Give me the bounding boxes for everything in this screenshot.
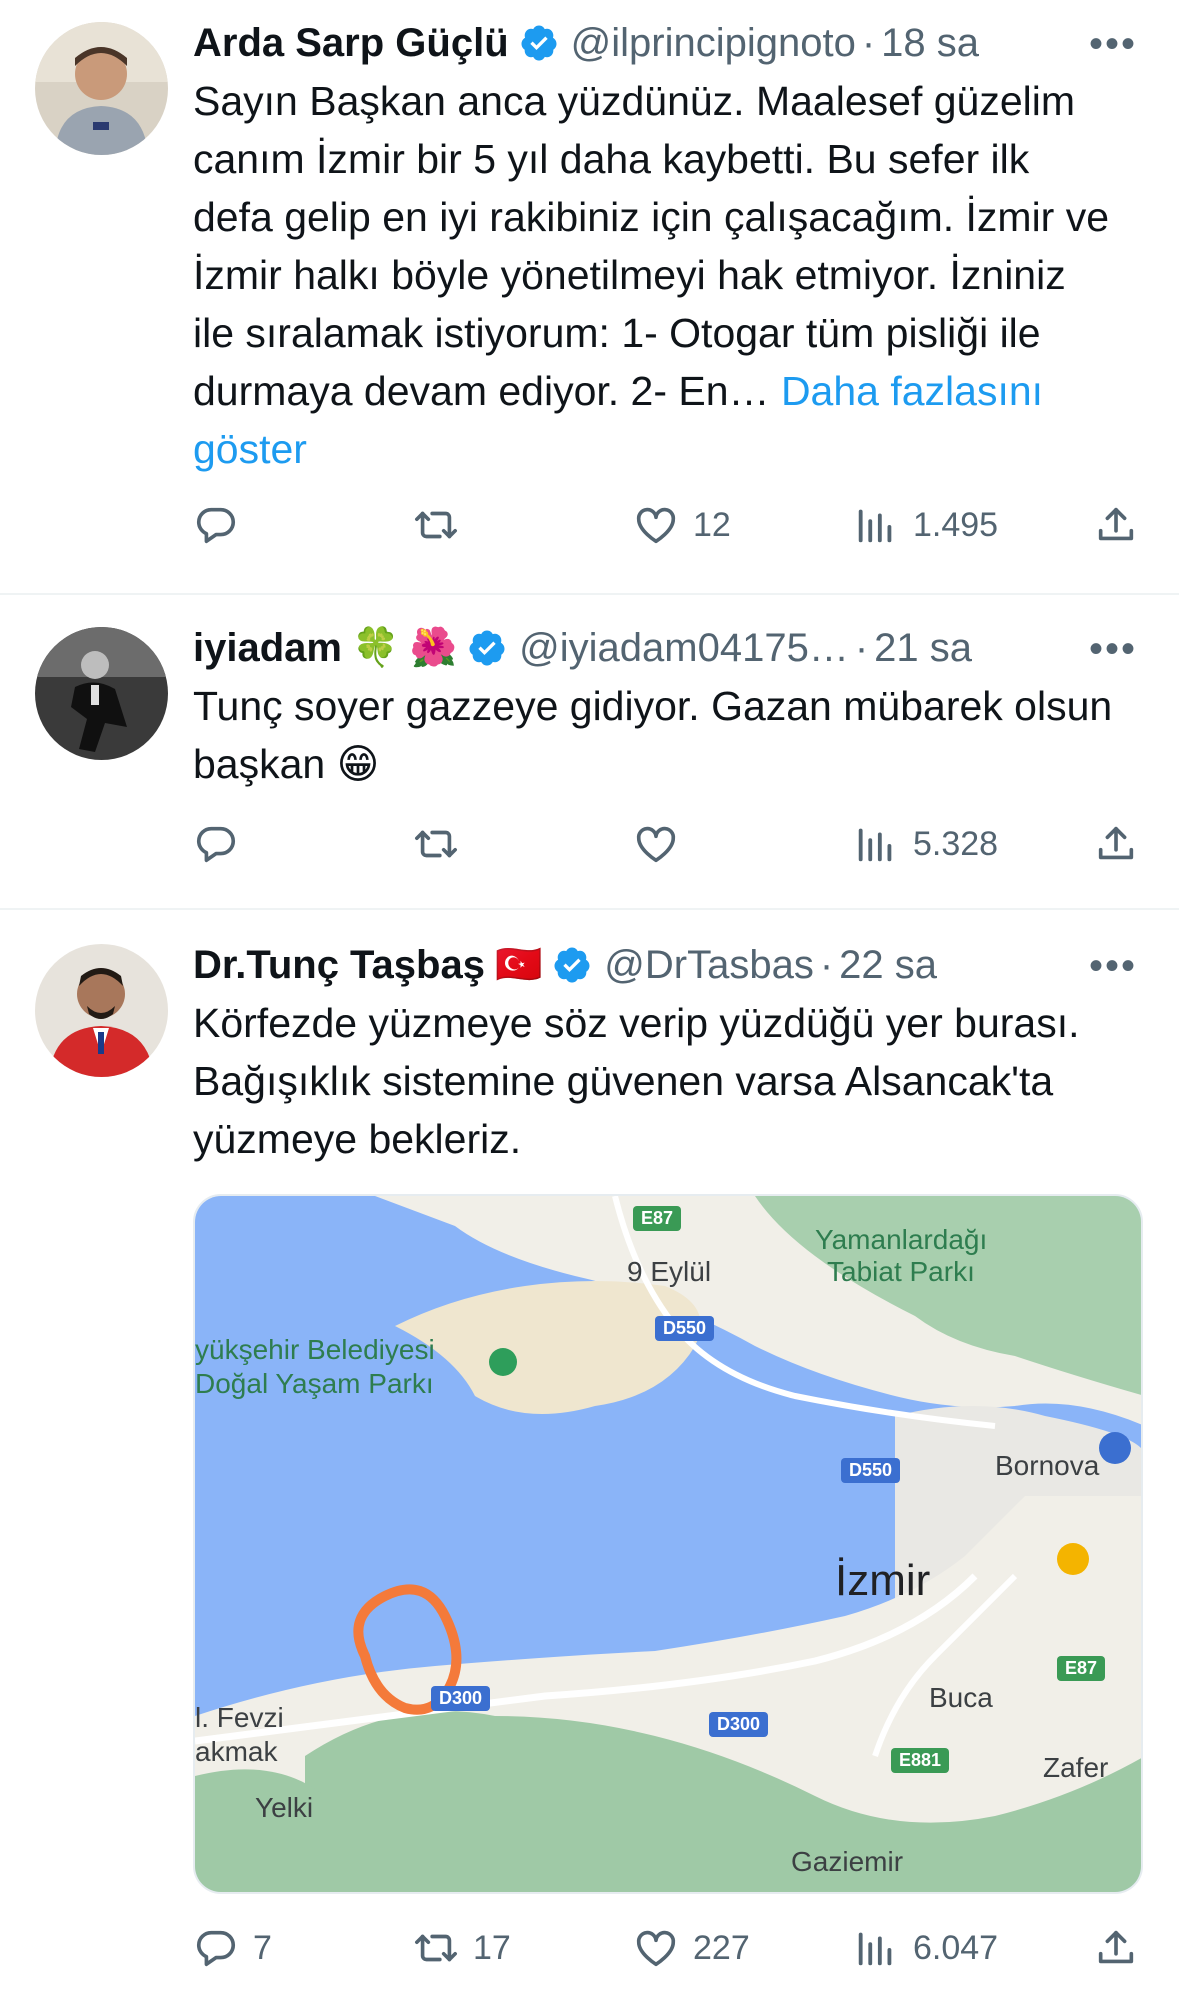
separator: · — [861, 20, 876, 65]
share-button[interactable] — [1093, 495, 1139, 555]
like-button[interactable]: 227 — [633, 1918, 750, 1978]
retweet-button[interactable] — [413, 814, 473, 874]
action-bar: 7 17 227 6.047 — [193, 1918, 1143, 1978]
road-shield: D550 — [655, 1316, 715, 1341]
avatar[interactable] — [35, 944, 168, 1077]
verified-badge-icon — [469, 630, 505, 666]
separator: · — [819, 942, 834, 987]
map-image[interactable]: Yamanlardağı Tabiat Parkı 9 Eylül yükşeh… — [193, 1194, 1143, 1894]
retweet-icon — [415, 1934, 457, 1962]
share-icon — [1098, 826, 1134, 860]
turkey-flag-icon: 🇹🇷 — [494, 944, 543, 986]
views-button[interactable]: 1.495 — [853, 495, 998, 555]
tweet-body: Sayın Başkan anca yüzdünüz. Maalesef güz… — [193, 78, 1121, 414]
separator: · — [854, 625, 869, 670]
views-chart-icon — [858, 509, 892, 543]
tweet-text: Tunç soyer gazzeye gidiyor. Gazan mübare… — [193, 683, 1124, 787]
map-label: Gaziemir — [791, 1846, 904, 1877]
view-count: 6.047 — [913, 1928, 999, 1967]
map-label: Yelki — [255, 1792, 314, 1823]
map-label: Tabiat Parkı — [827, 1256, 975, 1287]
reply-button[interactable]: 7 — [193, 1918, 272, 1978]
name-emojis: 🍀 🌺 — [351, 627, 458, 669]
avatar[interactable] — [35, 627, 168, 760]
tweet-header: Dr.Tunç Taşbaş 🇹🇷 @DrTasbas · 22 sa — [193, 935, 937, 995]
author-handle[interactable]: @ilprincipignoto — [571, 21, 856, 66]
tweet-text: Körfezde yüzmeye söz verip yüzdüğü yer b… — [193, 1000, 1091, 1162]
road-shield: E87 — [633, 1206, 682, 1231]
reply-button[interactable] — [193, 814, 253, 874]
verified-badge-icon — [554, 947, 590, 983]
tweet-text: Sayın Başkan anca yüzdünüz. Maalesef güz… — [193, 72, 1113, 478]
more-options-icon[interactable]: ••• — [1089, 944, 1137, 989]
reply-icon — [196, 1930, 236, 1967]
map-label: Bornova — [995, 1450, 1100, 1481]
share-icon — [1098, 507, 1134, 541]
action-bar: 12 1.495 — [193, 495, 1143, 555]
map-label: akmak — [195, 1736, 278, 1767]
tweet-2[interactable]: iyiadam 🍀 🌺 @iyiadam04175… · 21 sa ••• T… — [0, 595, 1179, 910]
road-shield: D550 — [841, 1458, 901, 1483]
view-count: 5.328 — [913, 824, 999, 863]
views-button[interactable]: 6.047 — [853, 1918, 998, 1978]
map-label: yükşehir Belediyesi — [195, 1334, 435, 1365]
timestamp[interactable]: 21 sa — [874, 626, 972, 671]
retweet-button[interactable] — [413, 495, 473, 555]
map-label: İzmir — [835, 1556, 931, 1605]
tweet-header: Arda Sarp Güçlü @ilprincipignoto · 18 sa — [193, 13, 979, 73]
retweet-icon — [415, 830, 457, 858]
share-icon — [1098, 1930, 1134, 1964]
timestamp[interactable]: 22 sa — [839, 943, 937, 988]
map-label: Buca — [929, 1682, 993, 1713]
road-shield: E881 — [891, 1748, 950, 1773]
verified-badge-icon — [521, 25, 557, 61]
like-count: 12 — [693, 505, 731, 544]
author-name[interactable]: Arda Sarp Güçlü — [193, 21, 509, 66]
map-label: l. Fevzi — [195, 1702, 284, 1733]
reply-icon — [196, 826, 236, 863]
like-button[interactable] — [633, 814, 693, 874]
author-name[interactable]: Dr.Tunç Taşbaş — [193, 943, 485, 988]
timestamp[interactable]: 18 sa — [881, 21, 979, 66]
retweet-button[interactable]: 17 — [413, 1918, 511, 1978]
retweet-count: 17 — [473, 1928, 511, 1967]
share-button[interactable] — [1093, 814, 1139, 874]
map-label: Zafer — [1043, 1752, 1109, 1783]
action-bar: 5.328 — [193, 814, 1143, 874]
retweet-icon — [415, 511, 457, 539]
author-name[interactable]: iyiadam — [193, 626, 342, 671]
road-shield: D300 — [431, 1686, 491, 1711]
view-count: 1.495 — [913, 505, 999, 544]
views-button[interactable]: 5.328 — [853, 814, 998, 874]
share-button[interactable] — [1093, 1918, 1139, 1978]
road-shield: E87 — [1057, 1656, 1106, 1681]
map-label: 9 Eylül — [627, 1256, 712, 1287]
avatar[interactable] — [35, 22, 168, 155]
author-handle[interactable]: @iyiadam04175… — [519, 626, 849, 671]
map-label: Yamanlardağı — [815, 1224, 988, 1255]
tweet-1[interactable]: Arda Sarp Güçlü @ilprincipignoto · 18 sa… — [0, 0, 1179, 595]
map-label: Doğal Yaşam Parkı — [195, 1368, 434, 1399]
tweet-header: iyiadam 🍀 🌺 @iyiadam04175… · 21 sa — [193, 618, 972, 678]
heart-icon — [636, 826, 676, 863]
road-shield: D300 — [709, 1712, 769, 1737]
heart-icon — [636, 507, 676, 544]
author-handle[interactable]: @DrTasbas — [604, 943, 814, 988]
more-options-icon[interactable]: ••• — [1089, 22, 1137, 67]
like-count: 227 — [693, 1928, 750, 1967]
map-graphic — [195, 1196, 1141, 1892]
views-chart-icon — [858, 828, 892, 862]
heart-icon — [636, 1930, 676, 1967]
views-chart-icon — [858, 1932, 892, 1966]
like-button[interactable]: 12 — [633, 495, 731, 555]
reply-icon — [196, 507, 236, 544]
more-options-icon[interactable]: ••• — [1089, 627, 1137, 672]
reply-button[interactable] — [193, 495, 253, 555]
reply-count: 7 — [253, 1928, 272, 1967]
